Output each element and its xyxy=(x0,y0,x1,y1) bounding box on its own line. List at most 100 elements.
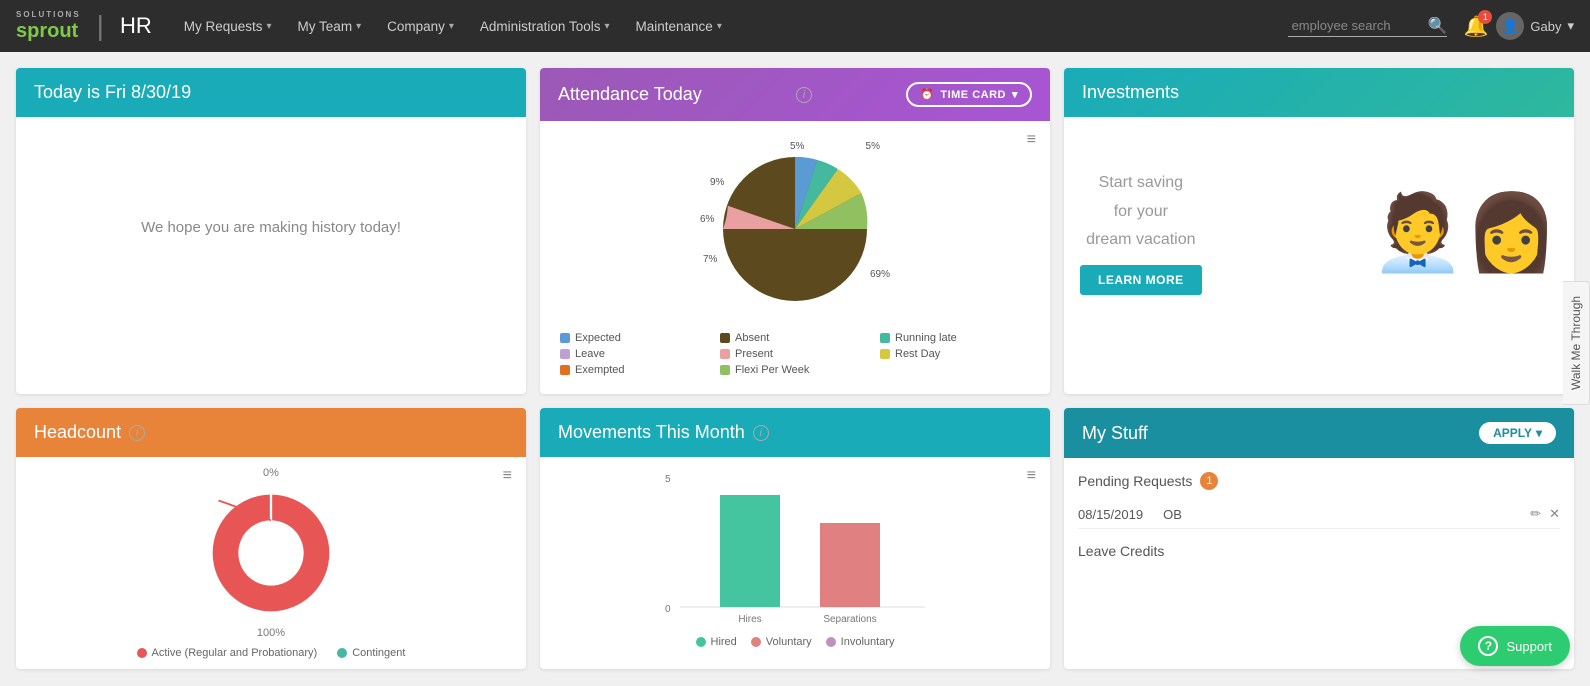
legend-label-absent: Absent xyxy=(735,332,769,344)
notification-badge: 1 xyxy=(1478,10,1492,24)
today-card: Today is Fri 8/30/19 We hope you are mak… xyxy=(16,68,526,394)
legend-label-present: Present xyxy=(735,348,773,360)
pie-label-69pct: 69% xyxy=(870,269,890,280)
legend-item-rest-day: Rest Day xyxy=(880,348,1030,360)
legend-label-voluntary: Voluntary xyxy=(766,636,812,648)
headcount-label-bottom: 100% xyxy=(257,627,285,639)
legend-label-running-late: Running late xyxy=(895,332,957,344)
legend-color-expected xyxy=(560,333,570,343)
nav-label-maintenance: Maintenance xyxy=(636,19,713,34)
investments-header: Investments xyxy=(1064,68,1574,117)
pending-date: 08/15/2019 xyxy=(1078,507,1143,522)
legend-item-flexi: Flexi Per Week xyxy=(720,364,870,376)
investment-illustration: 🧑‍💼👩 xyxy=(1371,195,1558,270)
info-icon: i xyxy=(129,425,145,441)
movements-title: Movements This Month xyxy=(558,422,745,443)
today-message: We hope you are making history today! xyxy=(141,219,401,236)
headcount-title: Headcount xyxy=(34,422,121,443)
legend-color-leave xyxy=(560,349,570,359)
logo-divider: | xyxy=(97,10,104,42)
pie-label-5pct-right: 5% xyxy=(866,141,880,152)
legend-label-exempted: Exempted xyxy=(575,364,625,376)
time-card-label: TIME CARD xyxy=(940,89,1006,101)
nav-item-my-requests[interactable]: My Requests ▾ xyxy=(172,13,284,40)
pie-label-9pct: 9% xyxy=(710,177,724,188)
chevron-down-icon: ▾ xyxy=(1567,18,1574,34)
chevron-down-icon: ▾ xyxy=(267,21,272,32)
search-input[interactable] xyxy=(1288,16,1428,35)
user-menu[interactable]: 👤 Gaby ▾ xyxy=(1496,12,1574,40)
pending-label: Pending Requests xyxy=(1078,473,1192,489)
investments-title: Investments xyxy=(1082,82,1179,103)
close-icon[interactable]: ✕ xyxy=(1549,506,1560,522)
attendance-pie-chart xyxy=(715,149,875,309)
edit-icon[interactable]: ✏ xyxy=(1530,506,1541,522)
legend-label-leave: Leave xyxy=(575,348,605,360)
movements-bar-chart: 5 0 Hires Separations xyxy=(555,467,1035,627)
search-icon[interactable]: 🔍 xyxy=(1428,16,1448,36)
legend-color-hired xyxy=(696,637,706,647)
nav-item-my-team[interactable]: My Team ▾ xyxy=(286,13,374,40)
support-label: Support xyxy=(1506,639,1552,654)
walk-me-through-tab[interactable]: Walk Me Through xyxy=(1563,281,1590,405)
legend-item-absent: Absent xyxy=(720,332,870,344)
pending-row: 08/15/2019 OB ✏ ✕ xyxy=(1078,500,1560,529)
investments-body: Start saving for your dream vacation LEA… xyxy=(1064,117,1574,347)
movements-header: Movements This Month i xyxy=(540,408,1050,457)
movements-legend: Hired Voluntary Involuntary xyxy=(550,636,1040,648)
attendance-body: ≡ 5% 5% 9% 6% 7% 69% xyxy=(540,121,1050,394)
chevron-down-icon: ▾ xyxy=(604,21,609,32)
mystuff-title: My Stuff xyxy=(1082,423,1148,444)
walk-me-through-label: Walk Me Through xyxy=(1569,296,1583,390)
main-content: Today is Fri 8/30/19 We hope you are mak… xyxy=(0,52,1590,685)
learn-more-button[interactable]: LEARN MORE xyxy=(1080,265,1202,295)
logo-area: SOLUTIONSsprout | HR xyxy=(16,10,152,42)
pending-row-left: 08/15/2019 OB xyxy=(1078,507,1182,522)
legend-color-involuntary xyxy=(826,637,836,647)
headcount-donut-chart xyxy=(201,483,341,623)
nav-item-admin-tools[interactable]: Administration Tools ▾ xyxy=(468,13,622,40)
today-title: Today is Fri 8/30/19 xyxy=(34,82,191,103)
headcount-body: ≡ 0% 100% Active (Regular a xyxy=(16,457,526,669)
avatar: 👤 xyxy=(1496,12,1524,40)
navbar: SOLUTIONSsprout | HR My Requests ▾ My Te… xyxy=(0,0,1590,52)
legend-label-hired: Hired xyxy=(711,636,737,648)
investments-line3: dream vacation xyxy=(1086,231,1195,248)
attendance-card: Attendance Today i ⏰ TIME CARD ▾ ≡ 5% 5%… xyxy=(540,68,1050,394)
hires-bar xyxy=(720,495,780,607)
headcount-card: Headcount i ≡ 0% 100% xyxy=(16,408,526,669)
separations-label: Separations xyxy=(823,614,876,625)
legend-label-involuntary: Involuntary xyxy=(841,636,895,648)
info-icon: i xyxy=(796,87,812,103)
investments-text-area: Start saving for your dream vacation LEA… xyxy=(1080,169,1202,295)
time-card-button[interactable]: ⏰ TIME CARD ▾ xyxy=(906,82,1032,107)
chevron-down-icon: ▾ xyxy=(1536,426,1542,440)
legend-color-flexi xyxy=(720,365,730,375)
support-button[interactable]: ? Support xyxy=(1460,626,1570,666)
attendance-title: Attendance Today xyxy=(558,84,702,105)
leave-credits-title: Leave Credits xyxy=(1078,543,1560,559)
legend-item-present: Present xyxy=(720,348,870,360)
legend-item-running-late: Running late xyxy=(880,332,1030,344)
investments-line1: Start saving xyxy=(1099,174,1183,191)
clock-icon: ⏰ xyxy=(920,88,934,101)
logo-text: SOLUTIONSsprout xyxy=(16,11,81,42)
chevron-down-icon: ▾ xyxy=(717,21,722,32)
legend-item-contingent: Contingent xyxy=(337,647,405,659)
nav-item-company[interactable]: Company ▾ xyxy=(375,13,466,40)
nav-label-my-team: My Team xyxy=(298,19,353,34)
today-body: We hope you are making history today! xyxy=(16,117,526,337)
menu-dots-icon[interactable]: ≡ xyxy=(1027,467,1036,485)
legend-item-leave: Leave xyxy=(560,348,710,360)
apply-button[interactable]: APPLY ▾ xyxy=(1479,422,1556,444)
hires-label: Hires xyxy=(738,614,761,625)
movements-body: ≡ 5 0 Hires Separations xyxy=(540,457,1050,658)
chevron-down-icon: ▾ xyxy=(449,21,454,32)
attendance-legend: Expected Absent Running late Leave Prese… xyxy=(550,324,1040,384)
nav-item-maintenance[interactable]: Maintenance ▾ xyxy=(624,13,734,40)
apply-label: APPLY xyxy=(1493,426,1532,440)
legend-label-contingent: Contingent xyxy=(352,647,405,659)
notification-button[interactable]: 🔔 1 xyxy=(1463,14,1488,39)
learn-more-label: LEARN MORE xyxy=(1098,273,1184,287)
logo: SOLUTIONSsprout xyxy=(16,11,81,42)
